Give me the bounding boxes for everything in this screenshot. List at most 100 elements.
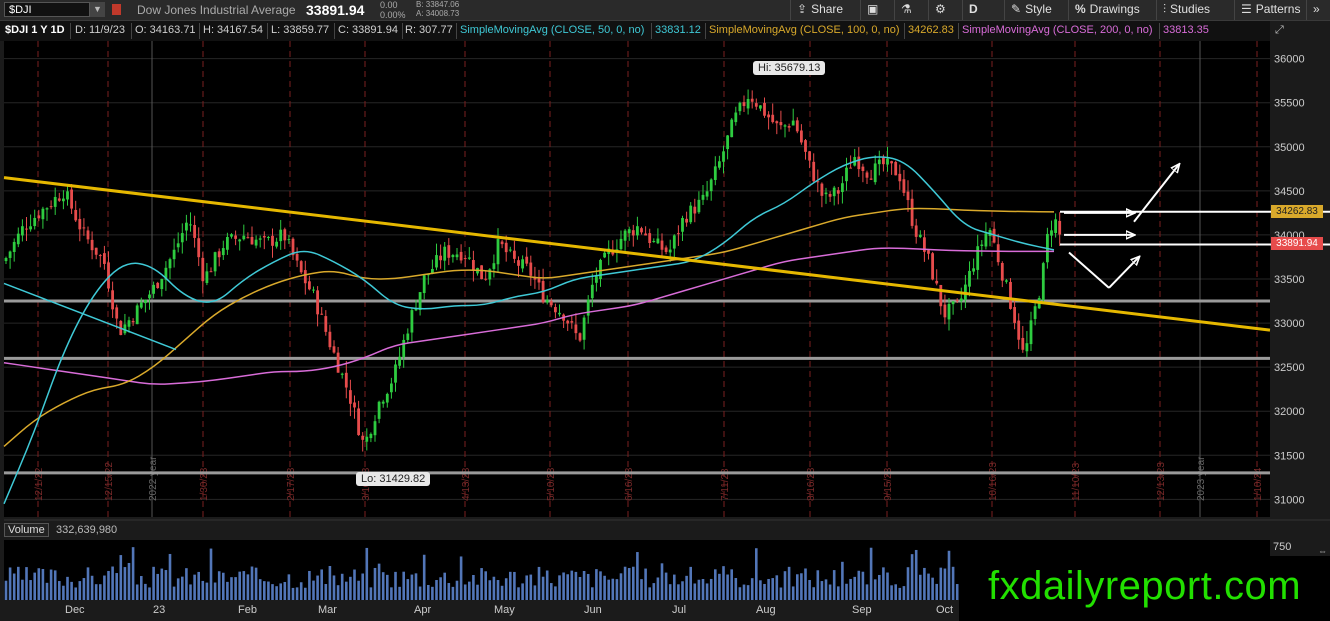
candle-body [791, 120, 795, 126]
date-label: 2022 year [148, 456, 159, 501]
candle-body [500, 241, 504, 245]
candle-body [672, 235, 676, 249]
volume-bar [127, 562, 131, 600]
volume-bar [545, 570, 549, 600]
price-chart[interactable]: 12/1/2212/15/222022 year1/30/232/17/233/… [0, 0, 1330, 621]
volume-scale-icon[interactable]: ⇔ [1318, 546, 1327, 556]
candle-body [980, 244, 984, 247]
volume-bar [644, 568, 647, 600]
candle-body [652, 241, 656, 243]
volume-bar [369, 587, 373, 600]
volume-bar [189, 584, 192, 600]
volume-bar [742, 584, 746, 600]
candle-body [824, 192, 828, 195]
candle-body [258, 238, 262, 240]
candle-body [349, 390, 352, 404]
candle-body [443, 246, 447, 261]
volume-bar [168, 553, 172, 600]
candle-body [135, 305, 139, 325]
candle-body [410, 310, 414, 333]
volume-bar [697, 579, 701, 600]
candle-body [1005, 280, 1008, 282]
candle-body [943, 304, 947, 318]
candle-body [660, 240, 664, 250]
candle-body [455, 254, 459, 258]
candle-body [70, 189, 73, 209]
volume-bar [94, 584, 98, 600]
volume-bar [357, 580, 360, 600]
candle-body [1009, 281, 1012, 309]
volume-bar [677, 584, 680, 600]
volume-bar [152, 566, 155, 600]
volume-bar [279, 583, 282, 600]
candle-body [968, 270, 971, 287]
candle-body [759, 105, 762, 109]
volume-bar [935, 583, 938, 600]
candle-body [918, 234, 922, 238]
candle-body [316, 290, 319, 315]
volume-bar [537, 566, 541, 600]
candle-body [37, 215, 41, 219]
y-tick-label: 33500 [1274, 274, 1305, 286]
volume-bar [615, 579, 619, 600]
volume-bar [242, 571, 246, 600]
volume-title[interactable]: Volume [4, 523, 49, 537]
volume-bar [447, 583, 451, 600]
volume-bar [328, 566, 332, 600]
candle-body [603, 252, 606, 258]
candle-body [246, 237, 250, 239]
candle-body [303, 270, 307, 284]
candle-body [845, 167, 848, 182]
candle-body [623, 230, 627, 241]
volume-bar [468, 581, 471, 600]
candle-body [882, 157, 885, 165]
candle-body [873, 163, 877, 183]
candle-body [558, 312, 561, 315]
candle-body [1029, 320, 1033, 345]
candle-body [754, 103, 758, 107]
candle-body [578, 333, 582, 341]
volume-bar [607, 579, 610, 600]
watermark-logo: fxdailyreport.com [959, 556, 1330, 621]
candle-body [746, 98, 750, 109]
candle-body [398, 356, 401, 366]
candle-body [176, 243, 180, 248]
candle-body [1041, 263, 1045, 301]
candle-body [340, 373, 344, 375]
axis-expand-icon[interactable]: ⤢ [1275, 24, 1284, 37]
volume-bar [939, 567, 943, 600]
volume-bar [533, 585, 537, 600]
volume-bar [566, 574, 569, 600]
candle-body [328, 331, 332, 348]
volume-bar [435, 580, 438, 600]
volume-bar [763, 583, 766, 600]
candle-body [701, 194, 705, 200]
candle-body [279, 229, 283, 242]
price-axis[interactable]: 3100031500320003250033000335003400034500… [1274, 54, 1305, 507]
candle-body [517, 260, 520, 266]
volume-bar [320, 569, 323, 600]
volume-bar [287, 574, 291, 600]
volume-bar [340, 573, 344, 600]
volume-bar [90, 575, 94, 600]
volume-bar [529, 574, 533, 600]
volume-bar [463, 584, 467, 600]
volume-bar [595, 569, 598, 600]
candle-body [508, 249, 512, 251]
volume-bar [295, 587, 299, 600]
volume-bar [283, 581, 287, 600]
volume-bar [500, 585, 504, 600]
candle-body [209, 271, 213, 273]
volume-bar [504, 578, 508, 600]
volume-bar [82, 578, 86, 600]
volume-bar [406, 579, 410, 600]
volume-axis-tick: 750 [1273, 541, 1292, 553]
volume-bar [919, 574, 922, 600]
y-tick-label: 35000 [1274, 142, 1305, 154]
candle-body [25, 228, 28, 230]
volume-bar [599, 571, 602, 600]
candle-body [677, 233, 680, 235]
volume-bar [943, 568, 947, 600]
volume-bar [185, 568, 188, 600]
volume-bar [267, 581, 270, 600]
